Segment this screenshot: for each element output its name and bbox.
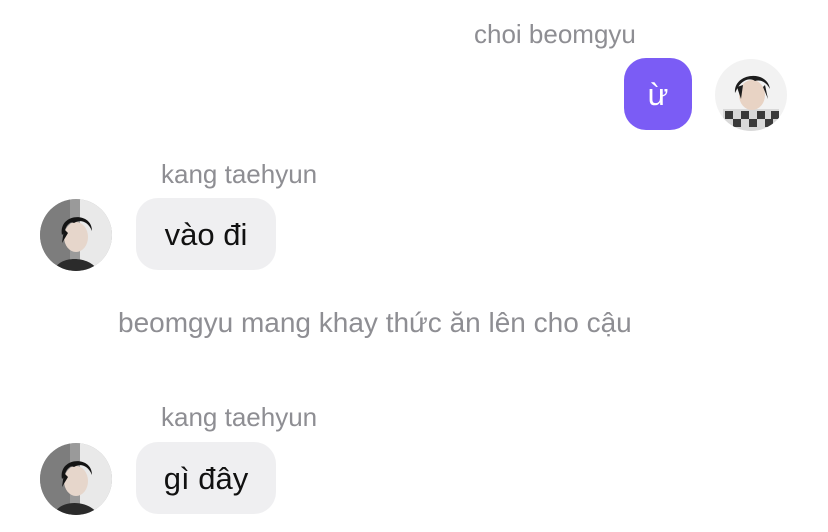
sender-name: kang taehyun — [161, 159, 318, 189]
message-bubble[interactable]: vào đi — [136, 198, 276, 270]
taehyun-avatar-icon[interactable] — [40, 443, 112, 515]
message-text: vào đi — [164, 216, 248, 252]
message-bubble[interactable]: gì đây — [136, 442, 276, 514]
taehyun-avatar-icon[interactable] — [40, 199, 112, 271]
message-bubble[interactable]: ừ — [624, 58, 692, 130]
beomgyu-avatar-icon[interactable] — [715, 59, 787, 131]
message-text: ừ — [647, 76, 669, 112]
narration-text: beomgyu mang khay thức ăn lên cho cậu — [118, 307, 632, 338]
sender-name: choi beomgyu — [474, 19, 636, 49]
sender-name: kang taehyun — [161, 402, 318, 432]
message-text: gì đây — [163, 460, 249, 496]
